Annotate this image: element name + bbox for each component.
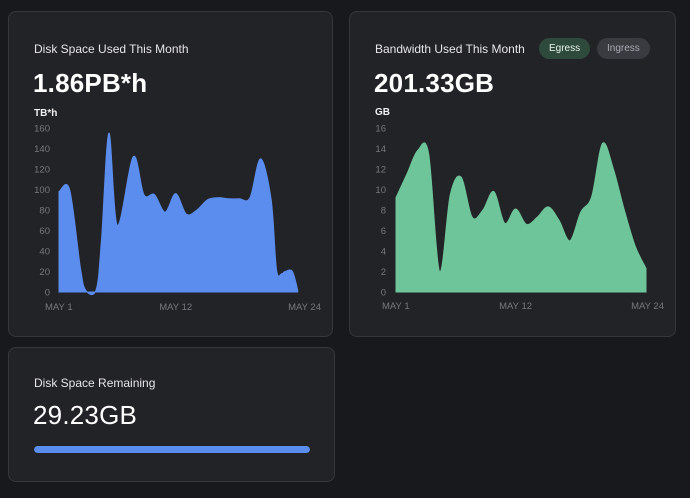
disk-remaining-progress-fill	[34, 446, 310, 453]
disk-usage-chart: 0 20 40 60 80 100 120 140 160 MAY 1 MAY 12 MAY 24	[34, 124, 321, 314]
disk-chart-data-point	[57, 190, 61, 194]
disk-chart-data-point	[296, 288, 300, 292]
bandwidth-chart-y-tick-label: 16	[375, 124, 386, 135]
bandwidth-chart-data-point	[459, 175, 463, 179]
disk-chart-data-point	[206, 198, 210, 202]
disk-remaining-value: 29.23GB	[33, 400, 138, 430]
disk-chart-y-tick-label: 60	[39, 226, 50, 237]
bandwidth-chart-y-tick-label: 8	[381, 206, 386, 217]
bandwidth-chart-data-point	[535, 215, 539, 219]
disk-chart-data-point	[274, 267, 278, 271]
disk-chart-data-point	[227, 197, 231, 201]
bandwidth-chart-data-point	[394, 196, 398, 200]
bandwidth-chart-data-point	[405, 172, 409, 176]
disk-chart-data-point	[84, 288, 88, 292]
disk-chart-data-point	[174, 192, 178, 196]
disk-chart-data-point	[237, 197, 241, 201]
bandwidth-chart-data-point	[568, 239, 572, 243]
disk-remaining-card: Disk Space Remaining 29.23GB	[8, 347, 335, 482]
bandwidth-chart-y-tick-label: 2	[381, 267, 386, 278]
bandwidth-chart-data-point	[557, 218, 561, 222]
disk-used-card: Disk Space Used This Month 1.86PB*h TB*h…	[8, 11, 333, 337]
bandwidth-chart: 0 2 4 6 8 10 12 14 16 MAY 1 MAY 12 MAY 24	[375, 124, 664, 313]
bandwidth-chart-data-point	[427, 152, 431, 156]
disk-chart-x-tick-label: MAY 12	[159, 302, 192, 313]
disk-chart-y-tick-label: 160	[34, 124, 50, 135]
disk-chart-data-point	[142, 193, 146, 197]
disk-chart-data-point	[115, 223, 119, 227]
bandwidth-chart-data-point	[546, 205, 550, 209]
bandwidth-chart-data-point	[644, 266, 648, 270]
bandwidth-chart-data-point	[492, 190, 496, 194]
bandwidth-chart-data-point	[590, 195, 594, 199]
bandwidth-chart-data-point	[514, 207, 518, 211]
disk-chart-data-point	[290, 270, 294, 274]
bandwidth-chart-data-point	[481, 208, 485, 212]
bandwidth-chart-x-tick-label: MAY 24	[631, 301, 664, 312]
disk-chart-data-point	[152, 193, 156, 197]
bandwidth-chart-data-point	[633, 244, 637, 248]
disk-chart-data-point	[216, 196, 220, 200]
disk-remaining-title: Disk Space Remaining	[34, 376, 156, 390]
disk-chart-y-tick-label: 0	[45, 288, 50, 299]
disk-chart-data-point	[259, 157, 263, 161]
disk-chart-x-tick-label: MAY 24	[288, 302, 321, 313]
disk-chart-data-point	[184, 212, 188, 216]
bandwidth-chart-data-point	[416, 149, 420, 153]
bandwidth-chart-data-point	[601, 141, 605, 145]
disk-chart-data-point	[195, 208, 199, 212]
bandwidth-chart-y-tick-label: 4	[381, 247, 386, 258]
disk-chart-y-tick-label: 100	[34, 185, 50, 196]
bandwidth-chart-y-tick-label: 12	[375, 165, 386, 176]
bandwidth-chart-data-point	[470, 215, 474, 219]
disk-chart-data-point	[94, 288, 98, 292]
bandwidth-chart-data-point	[579, 210, 583, 214]
disk-chart-data-point	[283, 270, 287, 274]
disk-remaining-progress-bar	[34, 446, 310, 453]
bandwidth-chart-x-tick-label: MAY 12	[499, 301, 532, 312]
disk-chart-data-point	[163, 210, 167, 214]
bandwidth-card: Bandwidth Used This Month Egress Ingress…	[349, 11, 676, 337]
bandwidth-chart-data-point	[503, 221, 507, 225]
bandwidth-chart-data-point	[524, 222, 528, 226]
disk-chart-data-point	[99, 239, 103, 243]
disk-chart-data-point	[68, 188, 72, 192]
bandwidth-chart-area-series	[395, 142, 647, 293]
bandwidth-chart-data-point	[437, 270, 441, 274]
disk-chart-data-point	[248, 196, 252, 200]
bandwidth-chart-data-point	[448, 193, 452, 197]
disk-chart-y-tick-label: 20	[39, 267, 50, 278]
disk-chart-data-point	[269, 198, 273, 202]
disk-chart-y-tick-label: 140	[34, 144, 50, 155]
bandwidth-chart-y-tick-label: 10	[375, 185, 386, 196]
disk-chart-y-tick-label: 120	[34, 165, 50, 176]
bandwidth-chart-data-point	[611, 167, 615, 171]
bandwidth-chart-y-tick-label: 6	[381, 226, 386, 237]
bandwidth-chart-data-point	[622, 208, 626, 212]
disk-chart-x-tick-label: MAY 1	[45, 302, 73, 313]
bandwidth-chart-y-tick-label: 0	[381, 288, 386, 299]
disk-chart-data-point	[131, 155, 135, 159]
disk-chart-y-tick-label: 80	[39, 206, 50, 217]
bandwidth-chart-y-tick-label: 14	[375, 144, 386, 155]
disk-chart-y-tick-label: 40	[39, 247, 50, 258]
disk-chart-data-point	[107, 131, 111, 135]
disk-chart-data-point	[78, 264, 82, 268]
bandwidth-chart-x-tick-label: MAY 1	[382, 301, 410, 312]
